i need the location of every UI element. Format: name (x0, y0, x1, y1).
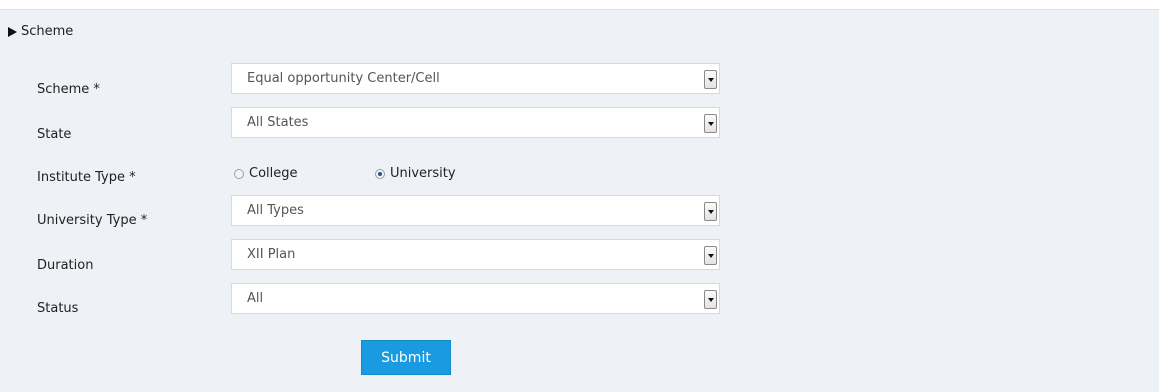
university-type-select-value: All Types (247, 203, 304, 218)
status-select-value: All (247, 291, 264, 306)
dropdown-arrow-icon[interactable] (704, 114, 717, 133)
section-legend: Scheme (21, 24, 74, 39)
duration-label: Duration (37, 258, 94, 273)
institute-type-label: Institute Type * (37, 170, 136, 185)
university-type-select[interactable]: All Types (231, 195, 720, 226)
scheme-section-toggle[interactable]: Scheme (8, 24, 73, 39)
state-select-value: All States (247, 115, 309, 130)
status-label: Status (37, 301, 79, 316)
dropdown-arrow-icon[interactable] (704, 70, 717, 89)
radio-selected-icon[interactable] (375, 168, 385, 179)
state-label: State (37, 127, 72, 142)
dropdown-arrow-icon[interactable] (704, 246, 717, 265)
dropdown-arrow-icon[interactable] (704, 202, 717, 221)
university-type-label: University Type * (37, 213, 148, 228)
radio-unselected-icon[interactable] (234, 168, 244, 179)
radio-option-college[interactable]: College (234, 166, 298, 181)
radio-option-university[interactable]: University (375, 166, 456, 181)
dropdown-arrow-icon[interactable] (704, 290, 717, 309)
duration-select[interactable]: XII Plan (231, 239, 720, 270)
radio-university-label: University (390, 166, 456, 181)
submit-button[interactable]: Submit (361, 340, 451, 375)
scheme-select-value: Equal opportunity Center/Cell (247, 71, 440, 86)
radio-college-label: College (249, 166, 298, 181)
status-select[interactable]: All (231, 283, 720, 314)
expand-triangle-icon (8, 26, 17, 37)
scheme-label: Scheme * (37, 82, 100, 97)
state-select[interactable]: All States (231, 107, 720, 138)
scheme-select[interactable]: Equal opportunity Center/Cell (231, 63, 720, 94)
duration-select-value: XII Plan (247, 247, 296, 262)
